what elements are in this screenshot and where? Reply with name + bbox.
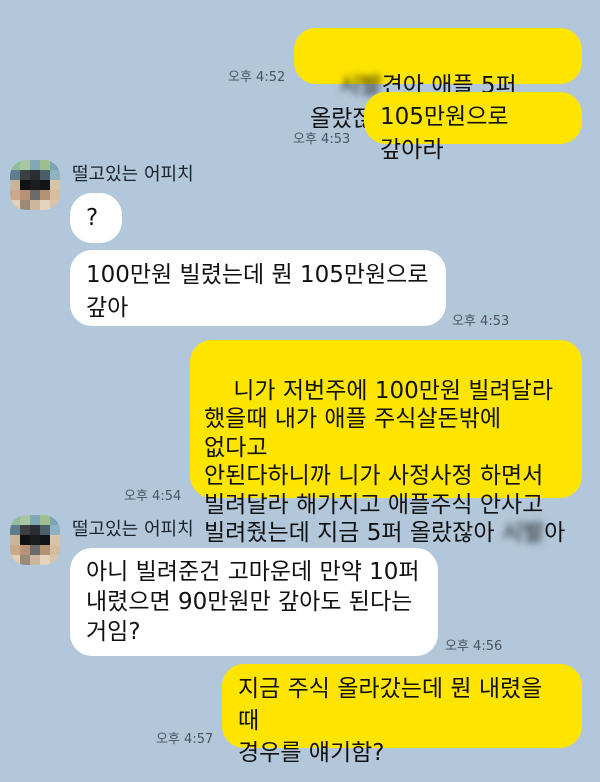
blurred-text: 시발 [501, 520, 545, 546]
message-time: 오후 4:52 [228, 70, 286, 85]
sender-name: 떨고있는 어피치 [72, 164, 194, 185]
message-text: 니가 저번주에 100만원 빌려달라 했을때 내가 애플 주식살돈밖에 없다고 … [204, 377, 554, 547]
avatar[interactable] [10, 515, 60, 565]
message-time: 오후 4:54 [124, 489, 182, 504]
my-message-bubble[interactable]: 105만원으로 갚아라 [364, 92, 582, 163]
avatar[interactable] [10, 160, 60, 210]
chat-window[interactable]: 시발견아 애플 5퍼 올랐잖아 오후 4:52 105만원으로 갚아라 오후 4… [0, 0, 600, 782]
my-message-bubble[interactable]: 니가 저번주에 100만원 빌려달라 했을때 내가 애플 주식살돈밖에 없다고 … [190, 340, 582, 546]
message-time: 오후 4:53 [293, 132, 351, 147]
my-message-bubble[interactable]: 시발견아 애플 5퍼 올랐잖아 [294, 28, 582, 132]
message-time: 오후 4:53 [452, 314, 510, 329]
sender-name: 떨고있는 어피치 [72, 519, 194, 540]
message-time: 오후 4:56 [445, 639, 503, 654]
message-time: 오후 4:57 [156, 732, 214, 747]
their-message-bubble[interactable]: 100만원 빌렸는데 뭔 105만원으로 갚아 [70, 250, 446, 326]
my-message-bubble[interactable]: 지금 주식 올라갔는데 뭔 내렸을 때 경우를 얘기함? [222, 664, 582, 766]
message-text: 아 [544, 520, 566, 546]
their-message-bubble[interactable]: 아니 빌려준건 고마운데 만약 10퍼 내렸으면 90만원만 갚아도 된다는 거… [70, 548, 438, 656]
their-message-bubble[interactable]: ? [70, 193, 122, 243]
